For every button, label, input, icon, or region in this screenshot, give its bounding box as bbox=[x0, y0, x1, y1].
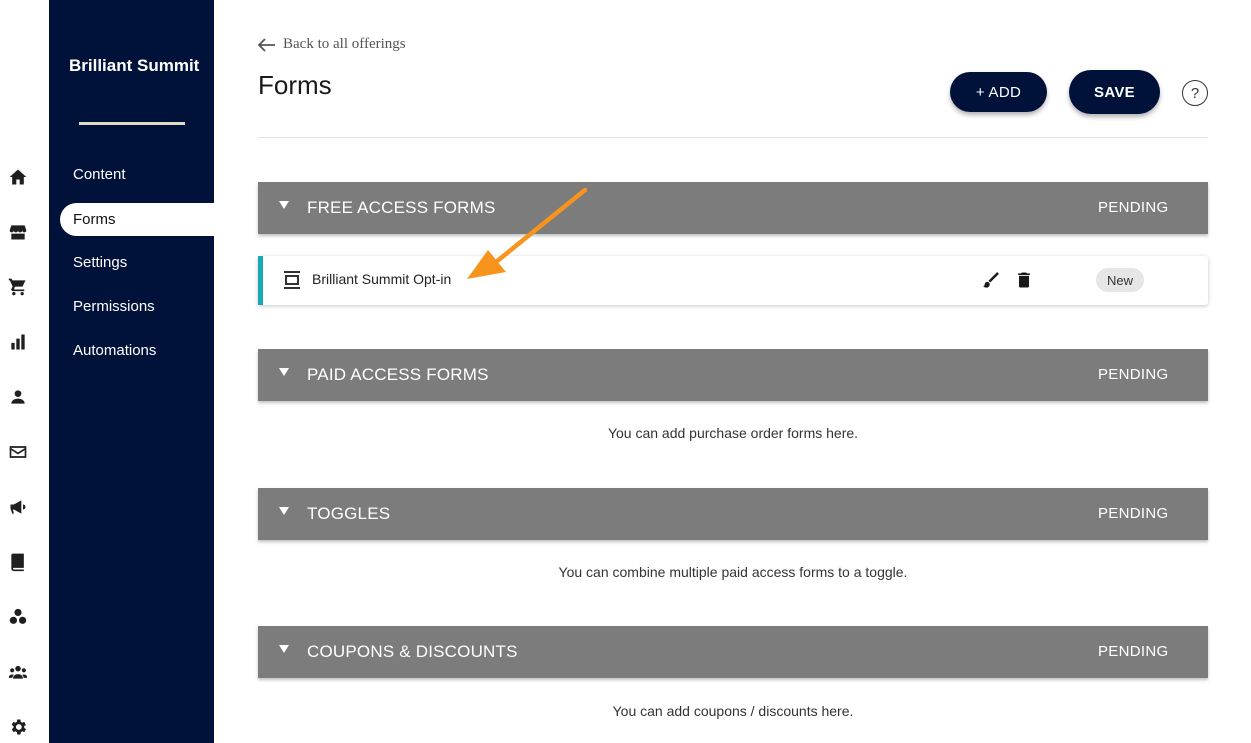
help-icon[interactable]: ? bbox=[1182, 80, 1208, 106]
group-icon[interactable] bbox=[6, 660, 30, 684]
empty-note: You can combine multiple paid access for… bbox=[558, 564, 908, 580]
sidebar-item-permissions[interactable]: Permissions bbox=[49, 290, 214, 323]
person-icon[interactable] bbox=[6, 385, 30, 409]
add-button[interactable]: + ADD bbox=[950, 72, 1047, 112]
section-status: PENDING bbox=[1098, 505, 1169, 522]
section-status: PENDING bbox=[1098, 643, 1169, 660]
form-name: Brilliant Summit Opt-in bbox=[312, 271, 452, 287]
caret-down-icon bbox=[279, 368, 289, 376]
sidebar: Brilliant Summit Content Forms Settings … bbox=[49, 0, 214, 743]
megaphone-icon[interactable] bbox=[6, 495, 30, 519]
page-title: Forms bbox=[258, 70, 332, 100]
sidebar-item-automations[interactable]: Automations bbox=[49, 334, 214, 367]
empty-note: You can add purchase order forms here. bbox=[607, 425, 859, 441]
sidebar-item-content[interactable]: Content bbox=[49, 158, 214, 191]
caret-down-icon bbox=[279, 645, 289, 653]
bar-chart-icon[interactable] bbox=[6, 330, 30, 354]
icon-rail bbox=[0, 0, 49, 743]
brand-name: Brilliant Summit bbox=[69, 56, 200, 75]
store-icon[interactable] bbox=[6, 220, 30, 244]
save-button[interactable]: SAVE bbox=[1069, 70, 1160, 114]
status-badge: New bbox=[1096, 268, 1144, 292]
gear-icon[interactable] bbox=[6, 715, 30, 739]
section-status: PENDING bbox=[1098, 199, 1169, 216]
trash-icon[interactable] bbox=[1014, 270, 1034, 290]
section-status: PENDING bbox=[1098, 366, 1169, 383]
sidebar-item-settings[interactable]: Settings bbox=[49, 246, 214, 279]
section-coupons-discounts[interactable]: COUPONS & DISCOUNTS PENDING bbox=[258, 626, 1208, 678]
section-title: COUPONS & DISCOUNTS bbox=[307, 642, 518, 661]
back-link[interactable]: Back to all offerings bbox=[258, 36, 406, 53]
caret-down-icon bbox=[279, 507, 289, 515]
book-icon[interactable] bbox=[6, 550, 30, 574]
arrow-left-icon bbox=[258, 37, 275, 52]
cart-icon[interactable] bbox=[6, 275, 30, 299]
section-paid-access-forms[interactable]: PAID ACCESS FORMS PENDING bbox=[258, 349, 1208, 401]
back-link-label: Back to all offerings bbox=[283, 36, 406, 52]
empty-note: You can add coupons / discounts here. bbox=[612, 703, 854, 719]
section-title: FREE ACCESS FORMS bbox=[307, 198, 496, 217]
home-icon[interactable] bbox=[6, 165, 30, 189]
circles-icon[interactable] bbox=[6, 605, 30, 629]
sidebar-item-forms[interactable]: Forms bbox=[60, 203, 214, 236]
caret-down-icon bbox=[279, 201, 289, 209]
brand-underline bbox=[79, 122, 185, 125]
form-row[interactable]: Brilliant Summit Opt-in New bbox=[258, 256, 1208, 305]
brush-edit-icon[interactable] bbox=[981, 270, 1001, 290]
form-icon bbox=[284, 271, 300, 289]
mail-icon[interactable] bbox=[6, 440, 30, 464]
section-title: PAID ACCESS FORMS bbox=[307, 365, 489, 384]
section-title: TOGGLES bbox=[307, 504, 391, 523]
section-free-access-forms[interactable]: FREE ACCESS FORMS PENDING bbox=[258, 182, 1208, 234]
header-divider bbox=[258, 137, 1208, 138]
section-toggles[interactable]: TOGGLES PENDING bbox=[258, 488, 1208, 540]
